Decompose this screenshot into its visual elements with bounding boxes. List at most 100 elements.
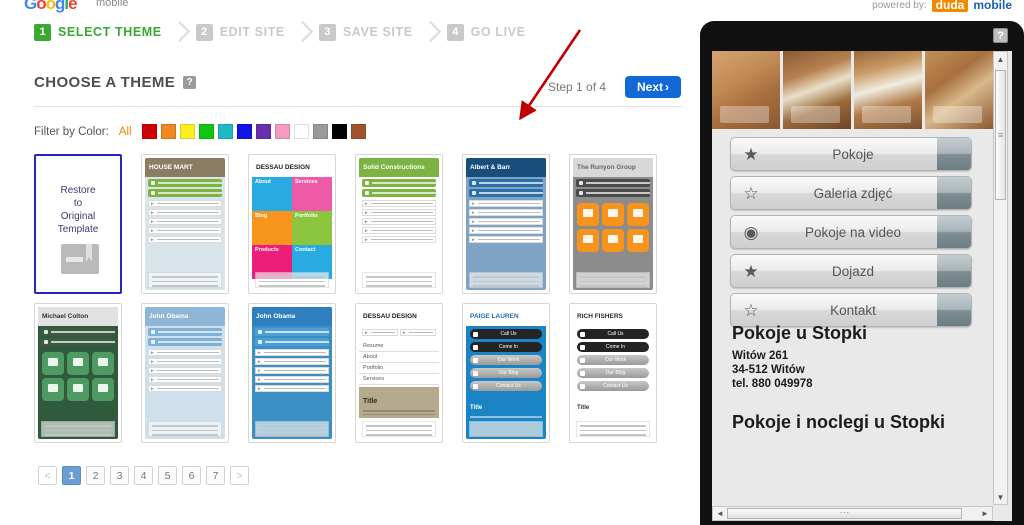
theme-grid: Restore to Original Template HOUSE MART ▸ ▸ ▸ ▸ ▸…	[34, 154, 686, 452]
logo-letter: e	[68, 0, 78, 13]
vertical-scrollbar-thumb[interactable]	[995, 70, 1006, 200]
preview-menu: ★ Pokoje ☆ Galeria zdjęć ◉ Pokoje na vid…	[730, 137, 972, 332]
page-2[interactable]: 2	[86, 466, 105, 485]
swatch-pink[interactable]	[274, 124, 290, 139]
swatch-black[interactable]	[331, 124, 347, 139]
photo-wooden-room-window[interactable]	[783, 51, 851, 129]
theme-card-john-obama-reef[interactable]: John Obama ▸ ▸ ▸ ▸ ▸	[248, 303, 336, 443]
swatch-green[interactable]	[198, 124, 214, 139]
theme-preview-title: RICH FISHERS	[577, 313, 623, 320]
scroll-left-arrow-icon[interactable]: ◄	[713, 507, 727, 520]
star-outline-icon: ☆	[743, 300, 759, 320]
theme-card-albert-barr[interactable]: Albert & Barr ▸ ▸ ▸ ▸ ▸	[462, 154, 550, 294]
swatch-white[interactable]	[293, 124, 309, 139]
duda-badge: duda	[931, 0, 969, 12]
theme-selection-panel: 1 SELECT THEME 2 EDIT SITE 3 SAVE SITE 4…	[0, 14, 690, 525]
page-7[interactable]: 7	[206, 466, 225, 485]
theme-card-rich-fishers[interactable]: RICH FISHERS Call Us Come In Our Work Our Bl…	[569, 303, 657, 443]
vertical-scrollbar[interactable]: ▲ ▼	[993, 51, 1008, 505]
menu-item-kontakt[interactable]: ☆ Kontakt	[730, 293, 972, 327]
logo-letter: o	[36, 0, 46, 13]
menu-item-pokoje[interactable]: ★ Pokoje	[730, 137, 972, 171]
theme-card-runyon-group[interactable]: The Runyon Group	[569, 154, 657, 294]
menu-item-galeria-zdjec[interactable]: ☆ Galeria zdjęć	[730, 176, 972, 210]
swatch-red[interactable]	[141, 124, 157, 139]
horizontal-scrollbar[interactable]: ◄ ►	[712, 506, 993, 521]
swatch-yellow[interactable]	[179, 124, 195, 139]
swatch-orange[interactable]	[160, 124, 176, 139]
theme-preview-footer	[255, 272, 329, 288]
theme-preview-header: Solid Constructions	[359, 158, 439, 177]
theme-card-john-obama-snow[interactable]: John Obama ▸ ▸ ▸ ▸ ▸	[141, 303, 229, 443]
step-label: EDIT SITE	[219, 25, 285, 39]
pagination: < 1 2 3 4 5 6 7 >	[38, 466, 249, 485]
next-button[interactable]: Next ›	[625, 76, 681, 98]
scroll-right-arrow-icon[interactable]: ►	[978, 507, 992, 520]
page-4[interactable]: 4	[134, 466, 153, 485]
restore-template-icon	[61, 244, 99, 274]
theme-card-michael-colton[interactable]: Michael Colton	[34, 303, 122, 443]
scroll-down-arrow-icon[interactable]: ▼	[994, 490, 1007, 504]
logo-subtitle: mobile	[96, 0, 129, 9]
step-go-live[interactable]: 4 GO LIVE	[446, 23, 526, 41]
horizontal-scrollbar-thumb[interactable]	[727, 508, 962, 519]
step-save-site[interactable]: 3 SAVE SITE	[318, 23, 413, 41]
theme-card-paige-lauren[interactable]: PAIGE LAUREN Call Us Come In Our Work Our Bl…	[462, 303, 550, 443]
photo-wooden-room-bed[interactable]	[712, 51, 780, 129]
page-prev[interactable]: <	[38, 466, 57, 485]
help-icon[interactable]: ?	[183, 76, 197, 89]
page-1[interactable]: 1	[62, 466, 81, 485]
menu-item-dojazd[interactable]: ★ Dojazd	[730, 254, 972, 288]
theme-preview-title: John Obama	[256, 313, 296, 320]
step-select-theme[interactable]: 1 SELECT THEME	[34, 23, 162, 41]
theme-preview-header: Albert & Barr	[466, 158, 546, 177]
theme-card-solid-constructions[interactable]: Solid Constructions ▸ ▸ ▸ ▸ ▸	[355, 154, 443, 294]
wizard-steps: 1 SELECT THEME 2 EDIT SITE 3 SAVE SITE 4…	[34, 19, 526, 45]
photo-wooden-room-table[interactable]	[925, 51, 993, 129]
page-5[interactable]: 5	[158, 466, 177, 485]
filter-all-link[interactable]: All	[119, 126, 132, 138]
swatch-brown[interactable]	[350, 124, 366, 139]
logo-letter: o	[45, 0, 56, 13]
theme-preview-header: John Obama	[145, 307, 225, 326]
contact-block: Pokoje u Stopki Witów 261 34-512 Witów t…	[732, 323, 972, 434]
theme-card-house-mart[interactable]: HOUSE MART ▸ ▸ ▸ ▸ ▸	[141, 154, 229, 294]
theme-preview-title: John Obama	[149, 313, 189, 320]
page-3[interactable]: 3	[110, 466, 129, 485]
star-outline-icon: ☆	[743, 183, 759, 203]
powered-by-block: powered by: duda mobile	[872, 0, 1012, 12]
swatch-gray[interactable]	[312, 124, 328, 139]
powered-by-label: powered by:	[872, 0, 927, 11]
menu-item-chevron-cap	[937, 255, 971, 287]
theme-card-dessau-design-resume[interactable]: DESSAU DESIGN ▸ ▸ Resume About Portfolio Servi…	[355, 303, 443, 443]
page-next[interactable]: >	[230, 466, 249, 485]
scroll-up-arrow-icon[interactable]: ▲	[994, 52, 1007, 66]
theme-card-dessau-design-tiles[interactable]: DESSAU DESIGN About Services Blog Portfolio P…	[248, 154, 336, 294]
swatch-teal[interactable]	[217, 124, 233, 139]
chevron-right-icon	[285, 20, 319, 44]
theme-preview-title: The Runyon Group	[577, 164, 636, 171]
swatch-blue[interactable]	[236, 124, 252, 139]
menu-item-chevron-cap	[937, 177, 971, 209]
swatch-purple[interactable]	[255, 124, 271, 139]
theme-preview-footer	[148, 421, 222, 437]
photo-wooden-room-twin-beds[interactable]	[854, 51, 922, 129]
secondary-heading: Pokoje i noclegi u Stopki	[732, 412, 946, 432]
step-edit-site[interactable]: 2 EDIT SITE	[195, 23, 285, 41]
phone-screen: ★ Pokoje ☆ Galeria zdjęć ◉ Pokoje na vid…	[712, 51, 1012, 521]
step-label: GO LIVE	[470, 25, 526, 39]
menu-item-chevron-cap	[937, 216, 971, 248]
theme-card-restore[interactable]: Restore to Original Template	[34, 154, 122, 294]
page-6[interactable]: 6	[182, 466, 201, 485]
theme-preview-header: Michael Colton	[38, 307, 118, 326]
menu-item-chevron-cap	[937, 294, 971, 326]
restore-label: Restore to Original Template	[57, 185, 99, 235]
star-filled-icon: ★	[743, 261, 759, 281]
mobile-preview-panel: ? ★ Pokoje ☆ Galeria zdjęć ◉ Pokoje na v…	[700, 21, 1024, 525]
theme-preview: Albert & Barr ▸ ▸ ▸ ▸ ▸	[466, 158, 546, 290]
preview-help-icon[interactable]: ?	[993, 28, 1008, 43]
menu-item-pokoje-na-video[interactable]: ◉ Pokoje na video	[730, 215, 972, 249]
theme-preview-header: PAIGE LAUREN	[466, 307, 546, 326]
page-title: CHOOSE A THEME	[34, 74, 176, 91]
step-number: 3	[318, 23, 336, 41]
